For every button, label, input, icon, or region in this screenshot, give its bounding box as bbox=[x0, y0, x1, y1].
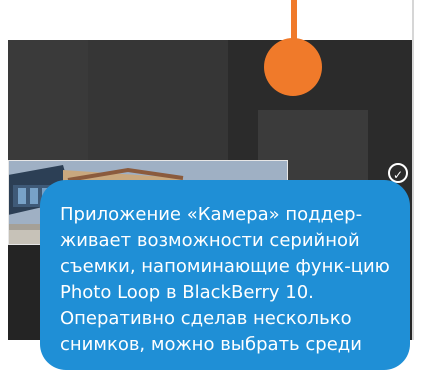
callout-text: Приложение «Камера» поддер-живает возмож… bbox=[60, 204, 390, 355]
top-area bbox=[0, 0, 421, 40]
frame-edge bbox=[412, 0, 414, 370]
pointer-dot bbox=[264, 38, 322, 96]
callout-box: Приложение «Камера» поддер-живает возмож… bbox=[40, 180, 410, 370]
